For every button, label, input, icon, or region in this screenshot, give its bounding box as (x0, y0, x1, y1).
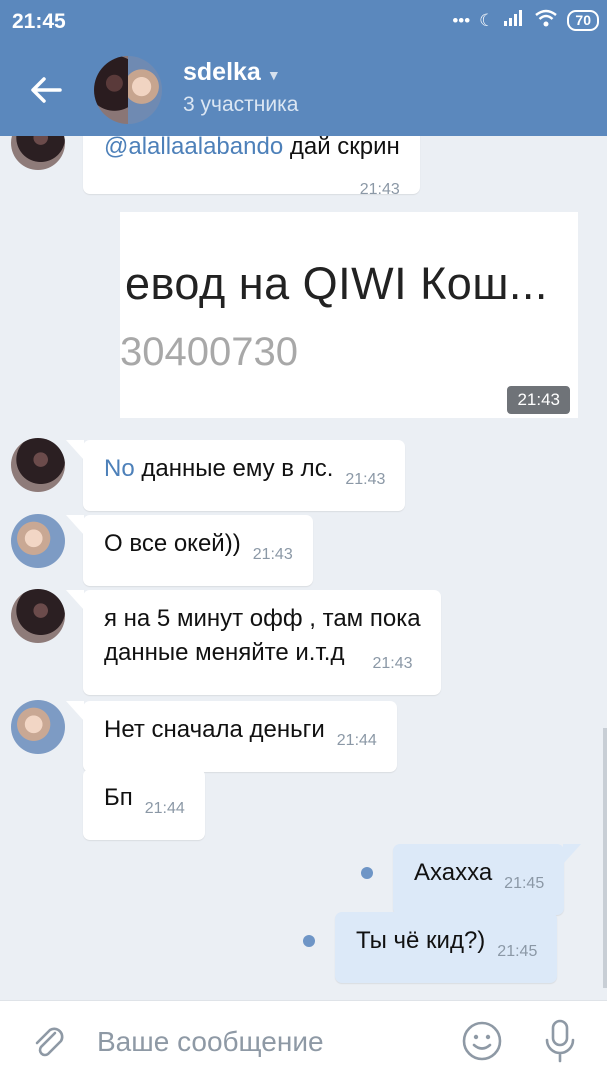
message-bubble[interactable]: Бп 21:44 (83, 769, 205, 840)
unread-dot-icon (361, 867, 373, 879)
message-bubble[interactable]: No данные ему в лс. 21:43 (66, 440, 406, 511)
chat-avatar[interactable] (94, 56, 162, 124)
message-time: 21:43 (372, 655, 413, 672)
more-dots-icon: ••• (452, 10, 471, 30)
unread-dot-icon (303, 935, 315, 947)
image-message[interactable]: евод на QIWI Кош... 30400730 21:43 (120, 212, 578, 418)
message-time: 21:45 (504, 875, 545, 892)
microphone-icon[interactable] (542, 1018, 578, 1064)
message-text: О все окей)) (104, 530, 241, 557)
wifi-icon (534, 9, 558, 32)
chevron-down-icon[interactable]: ▼ (267, 67, 281, 83)
message-text: Нет сначала деньги (104, 716, 325, 743)
message-bubble[interactable]: Нет сначала деньги 21:44 (66, 701, 397, 772)
moon-icon: ☾ (479, 10, 495, 30)
message-time: 21:43 (507, 386, 570, 414)
message-bubble[interactable]: О все окей)) 21:43 (66, 515, 313, 586)
message-input[interactable]: Ваше сообщение (97, 1026, 324, 1058)
message-time: 21:45 (497, 943, 538, 960)
message-time: 21:44 (336, 732, 377, 749)
emoji-icon[interactable] (461, 1020, 503, 1062)
image-text-line2: 30400730 (120, 330, 298, 374)
message-composer: Ваше сообщение (0, 1000, 607, 1081)
message-text: Ты чё кид?) (356, 927, 486, 954)
battery-icon: 70 (567, 10, 599, 31)
message-time: 21:43 (252, 546, 293, 563)
message-bubble[interactable]: я на 5 минут офф , там пока данные меняй… (66, 590, 441, 695)
chat-header: 21:45 ••• ☾ 70 sdelka ▼ 3 участника (0, 0, 607, 136)
chat-title[interactable]: sdelka ▼ (183, 58, 281, 87)
chat-subtitle: 3 участника (183, 93, 299, 116)
paperclip-icon[interactable] (28, 1021, 68, 1061)
message-text-line2: данные меняйте и.т.д (104, 639, 345, 666)
message-time: 21:44 (144, 800, 185, 817)
status-icons: ••• ☾ 70 (452, 9, 599, 32)
message-time: 21:43 (345, 471, 386, 488)
message-feed[interactable]: @alallaalabando дай скрин 21:43 евод на … (0, 136, 607, 1000)
message-bubble[interactable]: @alallaalabando дай скрин 21:43 (83, 136, 420, 198)
back-arrow-icon[interactable] (26, 70, 66, 110)
message-text: дай скрин (283, 136, 400, 160)
scrollbar[interactable] (603, 728, 607, 988)
message-bubble-outgoing[interactable]: Ты чё кид?) 21:45 (335, 912, 558, 983)
message-text: Ахахха (414, 859, 493, 886)
message-bubble-outgoing[interactable]: Ахахха 21:45 (393, 844, 582, 915)
mention-link[interactable]: @alallaalabando (104, 136, 283, 160)
image-text-line1: евод на QIWI Кош... (125, 258, 548, 309)
avatar[interactable] (11, 514, 65, 568)
avatar[interactable] (11, 700, 65, 754)
message-text-line1: я на 5 минут офф , там пока (104, 605, 421, 632)
status-time: 21:45 (12, 10, 66, 33)
avatar[interactable] (11, 136, 65, 170)
message-text: данные ему в лс. (134, 455, 334, 482)
message-text: Бп (104, 784, 133, 811)
mention-link[interactable]: No (104, 455, 135, 482)
message-time: 21:43 (359, 181, 400, 198)
signal-icon (503, 9, 525, 32)
avatar[interactable] (11, 589, 65, 643)
avatar[interactable] (11, 438, 65, 492)
status-bar: 21:45 ••• ☾ 70 (0, 0, 607, 44)
